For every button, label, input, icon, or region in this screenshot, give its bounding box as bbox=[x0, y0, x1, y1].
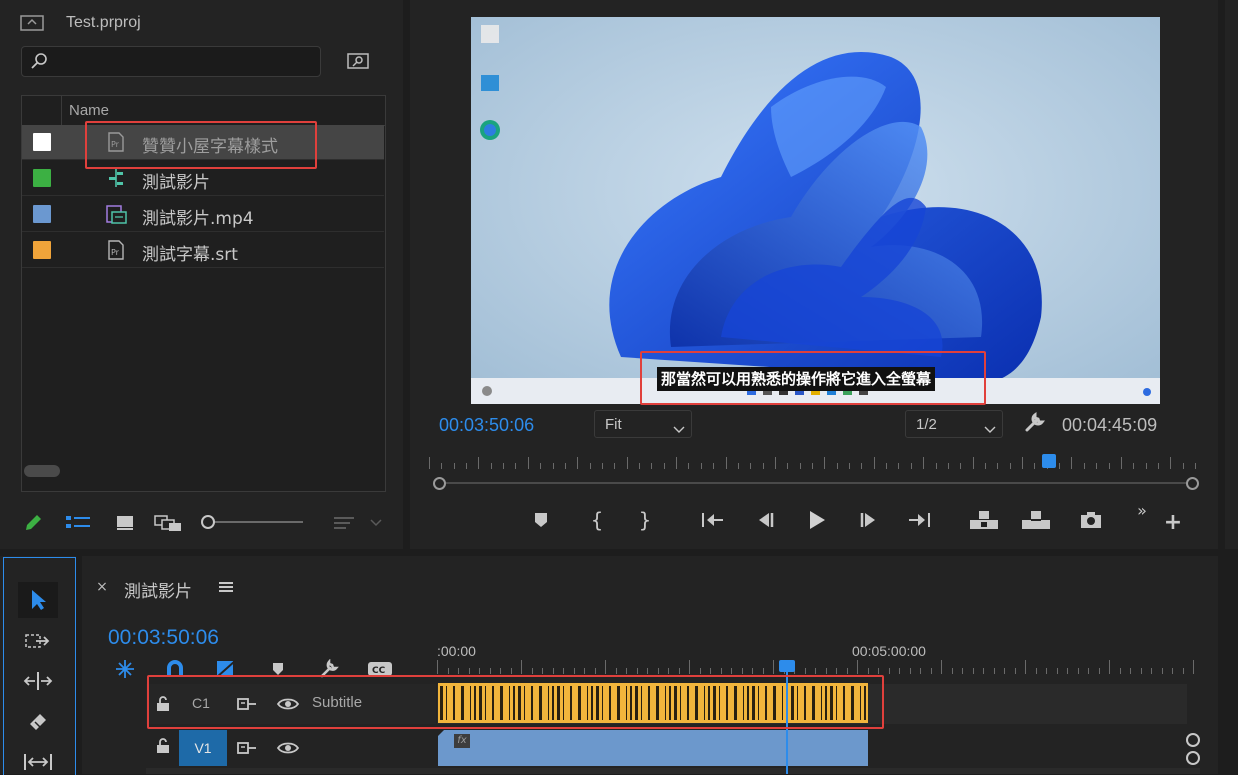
project-panel: Test.prproj Name Pr 贊贊小屋字幕樣式 測試影片 測試影片.m… bbox=[0, 0, 403, 549]
freeform-view-icon[interactable] bbox=[154, 512, 182, 534]
program-monitor: 那當然可以用熟悉的操作將它進入全螢幕 00:03:50:06 Fit 1/2 0… bbox=[410, 0, 1218, 549]
chevron-down-icon bbox=[673, 419, 685, 438]
timeline-ruler[interactable] bbox=[437, 660, 1197, 674]
mark-in-icon[interactable]: { bbox=[586, 508, 608, 532]
track-id[interactable]: V1 bbox=[179, 730, 227, 766]
vertical-zoom-handle[interactable] bbox=[1184, 732, 1202, 772]
menu-icon[interactable] bbox=[217, 577, 235, 597]
zoom-scrollbar[interactable] bbox=[433, 477, 1199, 490]
label-color-swatch bbox=[33, 241, 51, 259]
close-icon[interactable]: × bbox=[94, 578, 110, 596]
search-input[interactable] bbox=[21, 46, 321, 77]
timeline-panel: × 測試影片 00:03:50:06 CC :00:00 00:05:00:00… bbox=[82, 556, 1218, 774]
mark-out-icon[interactable]: } bbox=[634, 508, 656, 532]
list-item[interactable]: 測試影片.mp4 bbox=[22, 197, 384, 232]
zoom-slider[interactable] bbox=[201, 515, 305, 529]
find-icon[interactable] bbox=[346, 51, 370, 71]
video-clip[interactable]: fx bbox=[438, 730, 868, 766]
more-controls-icon[interactable]: » bbox=[1132, 500, 1152, 520]
resolution-dropdown[interactable]: 1/2 bbox=[905, 410, 1003, 438]
list-item-label: 測試字幕.srt bbox=[142, 245, 238, 265]
toggle-sync-icon[interactable] bbox=[236, 738, 258, 758]
lock-icon[interactable] bbox=[154, 736, 172, 756]
highlight-box bbox=[85, 121, 317, 169]
sequence-icon bbox=[106, 168, 126, 188]
razor-tool-icon[interactable] bbox=[20, 708, 56, 736]
chevron-down-icon[interactable] bbox=[366, 512, 386, 534]
label-color-swatch bbox=[33, 169, 51, 187]
sort-icon[interactable] bbox=[330, 512, 358, 534]
overwrite-icon[interactable] bbox=[1020, 507, 1052, 533]
ruler-mark-label: 00:05:00:00 bbox=[852, 643, 926, 659]
list-view-icon[interactable] bbox=[66, 512, 92, 534]
go-to-in-icon[interactable] bbox=[700, 508, 726, 532]
add-button-icon[interactable]: + bbox=[1162, 510, 1184, 535]
label-color-swatch bbox=[33, 205, 51, 223]
track-header-v1: V1 bbox=[146, 730, 436, 766]
column-header-name[interactable]: Name bbox=[69, 102, 109, 119]
project-title: Test.prproj bbox=[66, 14, 141, 31]
video-file-icon bbox=[106, 204, 127, 224]
duration-timecode: 00:04:45:09 bbox=[1062, 415, 1158, 435]
track-select-tool-icon[interactable] bbox=[20, 628, 56, 654]
fit-dropdown-value: Fit bbox=[605, 416, 622, 433]
add-marker-icon[interactable] bbox=[530, 508, 552, 532]
svg-text:Pr: Pr bbox=[111, 248, 120, 257]
list-item-label: 測試影片 bbox=[142, 173, 210, 193]
time-ruler[interactable] bbox=[429, 455, 1199, 475]
list-item[interactable]: Pr 測試字幕.srt bbox=[22, 233, 384, 268]
insert-icon[interactable] bbox=[968, 507, 1000, 533]
pr-file-icon: Pr bbox=[106, 240, 126, 260]
playhead-marker[interactable] bbox=[1042, 454, 1057, 468]
nest-icon[interactable] bbox=[114, 658, 136, 680]
step-forward-icon[interactable] bbox=[856, 508, 882, 532]
folder-up-icon[interactable] bbox=[20, 12, 44, 32]
fx-badge-icon: fx bbox=[454, 734, 470, 748]
fit-dropdown[interactable]: Fit bbox=[594, 410, 692, 438]
playhead-timecode[interactable]: 00:03:50:06 bbox=[439, 415, 534, 436]
export-frame-icon[interactable] bbox=[1078, 508, 1104, 532]
list-item-label: 測試影片.mp4 bbox=[142, 209, 254, 229]
label-color-swatch bbox=[33, 133, 51, 151]
ripple-edit-tool-icon[interactable] bbox=[20, 668, 56, 694]
horizontal-scrollbar[interactable] bbox=[24, 465, 60, 477]
icon-view-icon[interactable] bbox=[114, 512, 136, 534]
chevron-down-icon bbox=[984, 419, 996, 438]
right-edge-panel bbox=[1225, 0, 1238, 549]
track-highlight-box bbox=[147, 675, 884, 729]
wrench-icon[interactable] bbox=[1022, 411, 1046, 435]
slip-tool-icon[interactable] bbox=[20, 750, 56, 774]
pencil-icon[interactable] bbox=[22, 512, 44, 534]
selection-tool-icon[interactable] bbox=[18, 582, 58, 618]
timeline-timecode[interactable]: 00:03:50:06 bbox=[108, 626, 219, 650]
search-icon bbox=[30, 52, 48, 74]
resolution-dropdown-value: 1/2 bbox=[916, 416, 937, 433]
play-icon[interactable] bbox=[804, 506, 830, 534]
subtitle-highlight-box bbox=[640, 351, 986, 405]
sequence-tab-title[interactable]: 測試影片 bbox=[124, 577, 192, 602]
step-back-icon[interactable] bbox=[752, 508, 778, 532]
eye-icon[interactable] bbox=[276, 738, 300, 758]
ruler-start-label: :00:00 bbox=[437, 643, 476, 659]
go-to-out-icon[interactable] bbox=[906, 508, 932, 532]
video-frame: 那當然可以用熟悉的操作將它進入全螢幕 bbox=[471, 17, 1160, 404]
tools-panel bbox=[0, 556, 76, 775]
